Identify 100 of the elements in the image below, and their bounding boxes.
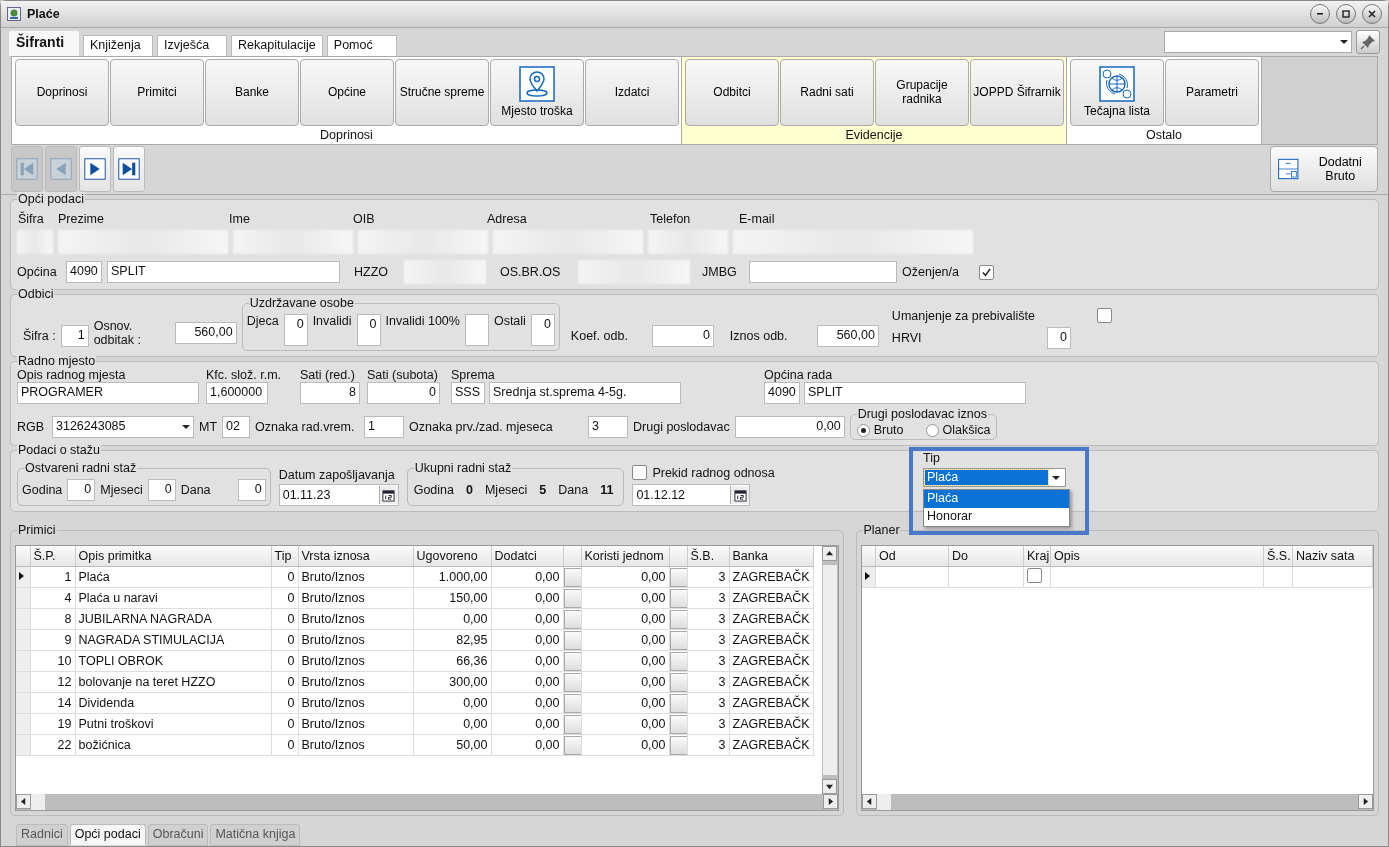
ribbon-button[interactable]: Stručne spreme <box>395 58 489 126</box>
ribbon-button[interactable]: Izdatci <box>585 58 679 126</box>
ribbon-button[interactable]: JOPPD Šifrarnik <box>970 58 1064 126</box>
text-field[interactable]: 0,00 <box>734 416 845 438</box>
type-combo[interactable]: Plaća <box>923 468 1066 487</box>
column-header[interactable]: Ugovoreno <box>413 546 491 567</box>
scroll-thumb[interactable] <box>31 794 45 810</box>
text-field[interactable]: 8 <box>300 382 360 404</box>
text-field[interactable]: 1 <box>364 416 405 438</box>
text-field[interactable]: 0 <box>237 479 266 501</box>
column-header[interactable]: Š.B. <box>687 546 729 567</box>
vertical-scrollbar[interactable] <box>821 546 838 794</box>
calendar-icon[interactable] <box>733 488 747 502</box>
close-button[interactable] <box>1362 3 1382 24</box>
view-tab[interactable]: Matična knjiga <box>210 824 301 846</box>
menu-tab[interactable]: Šifranti <box>9 30 79 56</box>
text-field[interactable]: SSS <box>451 382 485 404</box>
column-header[interactable]: Opis <box>1050 546 1264 567</box>
menu-tab[interactable]: Pomoć <box>326 34 397 56</box>
ribbon-button[interactable]: Banke <box>205 58 299 126</box>
group-title: Primici <box>17 523 57 537</box>
menu-tab[interactable]: Rekapitulacije <box>231 34 323 56</box>
column-header[interactable]: Š.S. <box>1263 546 1293 567</box>
ribbon-button[interactable]: Tečajna lista <box>1070 58 1164 126</box>
scroll-up-button[interactable] <box>821 546 837 561</box>
text-field[interactable]: 560,00 <box>816 325 879 347</box>
column-header[interactable]: Opis primitka <box>75 546 271 567</box>
scroll-left-button[interactable] <box>16 794 31 809</box>
text-field[interactable]: Srednja st.sprema 4-5g. <box>489 382 681 404</box>
date-field[interactable]: 01.12.12 <box>632 484 751 506</box>
date-field[interactable]: 01.11.23 <box>278 484 399 506</box>
menu-tab[interactable]: Knjiženja <box>83 34 153 56</box>
ribbon-button[interactable]: Doprinosi <box>15 58 109 126</box>
pin-icon[interactable] <box>1356 29 1380 54</box>
checkbox[interactable] <box>632 465 648 480</box>
scroll-right-button[interactable] <box>1358 794 1373 809</box>
checkbox[interactable] <box>1027 568 1042 583</box>
column-header[interactable]: Do <box>948 546 1024 567</box>
table-cell: bolovanje na teret HZZO <box>75 671 271 693</box>
dropdown-option[interactable]: Plaća <box>924 490 1069 508</box>
text-field[interactable]: 0 <box>147 479 176 501</box>
maximize-button[interactable] <box>1336 3 1356 24</box>
radio-option[interactable]: Olakšica <box>925 423 991 437</box>
column-header[interactable]: Dodatci <box>491 546 563 567</box>
text-field[interactable]: PROGRAMER <box>17 382 199 404</box>
rgb-combo[interactable]: 3126243085 <box>52 416 194 438</box>
scroll-thumb[interactable] <box>822 565 837 775</box>
radio-option[interactable]: Bruto <box>856 423 904 437</box>
text-field[interactable] <box>464 314 489 346</box>
scroll-left-button[interactable] <box>861 794 877 809</box>
column-header[interactable]: Kraj <box>1023 546 1051 567</box>
minimize-button[interactable] <box>1310 3 1330 24</box>
column-header[interactable]: Banka <box>729 546 813 567</box>
navigator-button[interactable] <box>79 146 111 193</box>
text-field[interactable]: 0 <box>356 314 381 346</box>
extra-gross-button[interactable]: Dodatni Bruto <box>1270 146 1378 193</box>
text-field[interactable]: 0 <box>67 479 96 501</box>
column-header[interactable]: Vrsta iznosa <box>298 546 413 567</box>
text-field[interactable]: 0 <box>367 382 440 404</box>
text-field[interactable]: 4090 <box>764 382 800 404</box>
text-field[interactable] <box>749 261 897 283</box>
ribbon-button[interactable]: Odbitci <box>685 58 779 126</box>
column-header[interactable]: Naziv sata <box>1292 546 1373 567</box>
horizontal-scrollbar[interactable] <box>16 794 838 810</box>
text-field[interactable]: 0 <box>283 314 308 346</box>
horizontal-scrollbar[interactable] <box>861 794 1373 810</box>
ribbon-button[interactable]: Primitci <box>110 58 204 126</box>
text-field[interactable]: 02 <box>222 416 251 438</box>
navigator-button[interactable] <box>113 146 145 193</box>
checkbox[interactable] <box>979 264 994 280</box>
text-field[interactable]: 0 <box>1046 327 1071 349</box>
text-field[interactable]: 0 <box>651 325 714 347</box>
text-field[interactable]: 0 <box>530 314 555 346</box>
text-field[interactable]: 1 <box>60 325 89 347</box>
scroll-right-button[interactable] <box>822 794 838 809</box>
ribbon-button[interactable]: Grupacije radnika <box>875 58 969 126</box>
view-tab[interactable]: Opći podaci <box>69 824 146 845</box>
text-field[interactable]: 1,600000 <box>206 382 268 404</box>
checkbox[interactable] <box>1096 308 1112 323</box>
column-header[interactable]: Koristi jednom <box>581 546 669 567</box>
text-field[interactable]: 560,00 <box>174 322 237 344</box>
text-field[interactable]: SPLIT <box>107 261 340 283</box>
dropdown-option[interactable]: Honorar <box>924 508 1069 526</box>
column-header[interactable]: Tip <box>271 546 298 567</box>
view-tab[interactable]: Obračuni <box>147 824 209 846</box>
text-field[interactable]: 4090 <box>66 261 102 283</box>
view-tab[interactable]: Radnici <box>16 824 68 846</box>
scroll-down-button[interactable] <box>821 779 837 794</box>
column-header[interactable]: Š.P. <box>30 546 75 567</box>
text-field[interactable]: 3 <box>588 416 629 438</box>
ribbon-button[interactable]: Radni sati <box>780 58 874 126</box>
ribbon-button[interactable]: Mjesto troška <box>490 58 584 126</box>
ribbon-button[interactable]: Općine <box>300 58 394 126</box>
menu-tab[interactable]: Izvješća <box>157 34 227 56</box>
column-header[interactable]: Od <box>875 546 949 567</box>
ribbon-button[interactable]: Parametri <box>1165 58 1259 126</box>
text-field[interactable]: SPLIT <box>804 382 1026 404</box>
field-label: Osnov. odbitak : <box>93 319 142 347</box>
calendar-icon[interactable] <box>382 488 396 502</box>
search-combo[interactable] <box>1164 30 1352 53</box>
